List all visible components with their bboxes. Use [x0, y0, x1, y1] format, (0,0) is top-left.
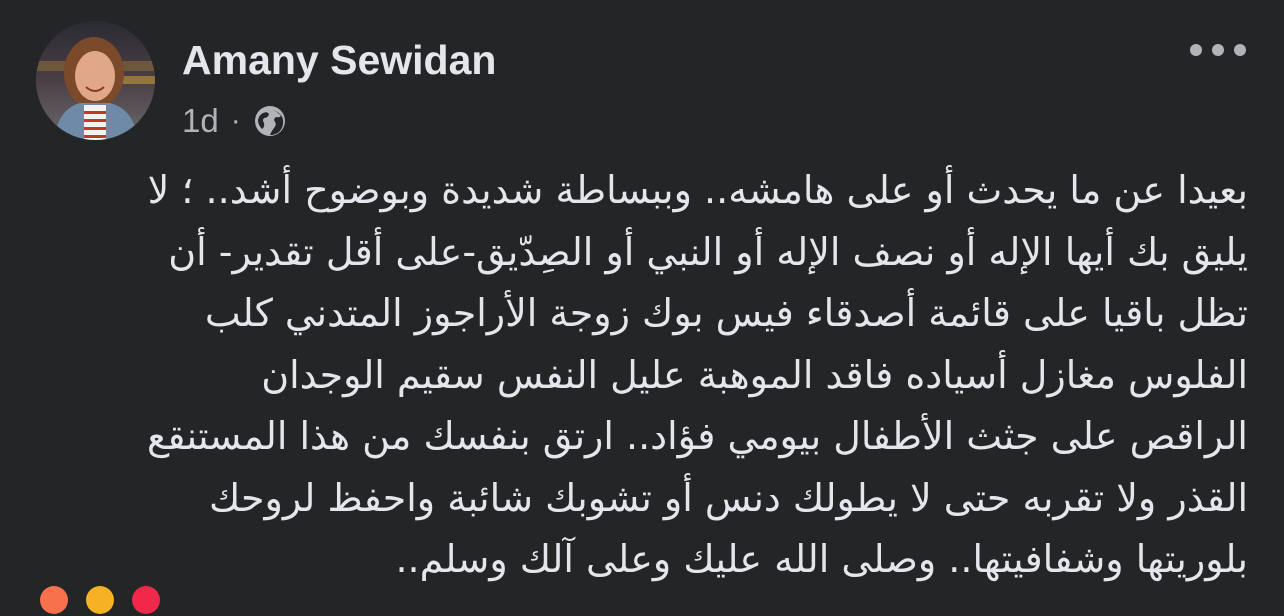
post-text-line: القذر ولا تقربه حتى لا يطولك دنس أو تشوب…	[208, 475, 1248, 520]
avatar-photo	[36, 21, 155, 140]
post-text-line: بعيدا عن ما يحدث أو على هامشه.. وببساطة …	[147, 168, 1248, 212]
globe-icon[interactable]	[253, 104, 287, 138]
haha-reaction-icon	[40, 586, 68, 614]
author-avatar[interactable]	[36, 21, 155, 140]
meta-separator: ·	[230, 104, 241, 137]
post-text-line: يليق بك أيها الإله أو نصف الإله أو النبي…	[168, 229, 1248, 274]
post-meta: 1d ·	[182, 99, 287, 143]
facebook-post: Amany Sewidan 1d · بعيدا عن ما يحدث أو ع…	[0, 0, 1284, 614]
post-body: بعيدا عن ما يحدث أو على هامشه.. وببساطة …	[40, 160, 1248, 591]
author-name[interactable]: Amany Sewidan	[182, 36, 496, 84]
care-reaction-icon	[86, 586, 114, 614]
post-text-line: الفلوس مغازل أسياده فاقد الموهبة عليل ال…	[261, 352, 1248, 397]
post-text-line: بلوريتها وشفافيتها.. وصلى الله عليك وعلى…	[395, 537, 1248, 581]
love-reaction-icon	[132, 586, 160, 614]
post-text-line: الراقص على جثث الأطفال بيومي فؤاد.. ارتق…	[147, 414, 1248, 458]
reaction-icons[interactable]	[40, 586, 178, 616]
post-text-line: تظل باقيا على قائمة أصدقاء فيس بوك زوجة …	[204, 291, 1248, 335]
more-options-icon[interactable]	[1188, 30, 1248, 70]
post-timestamp[interactable]: 1d	[182, 102, 219, 140]
